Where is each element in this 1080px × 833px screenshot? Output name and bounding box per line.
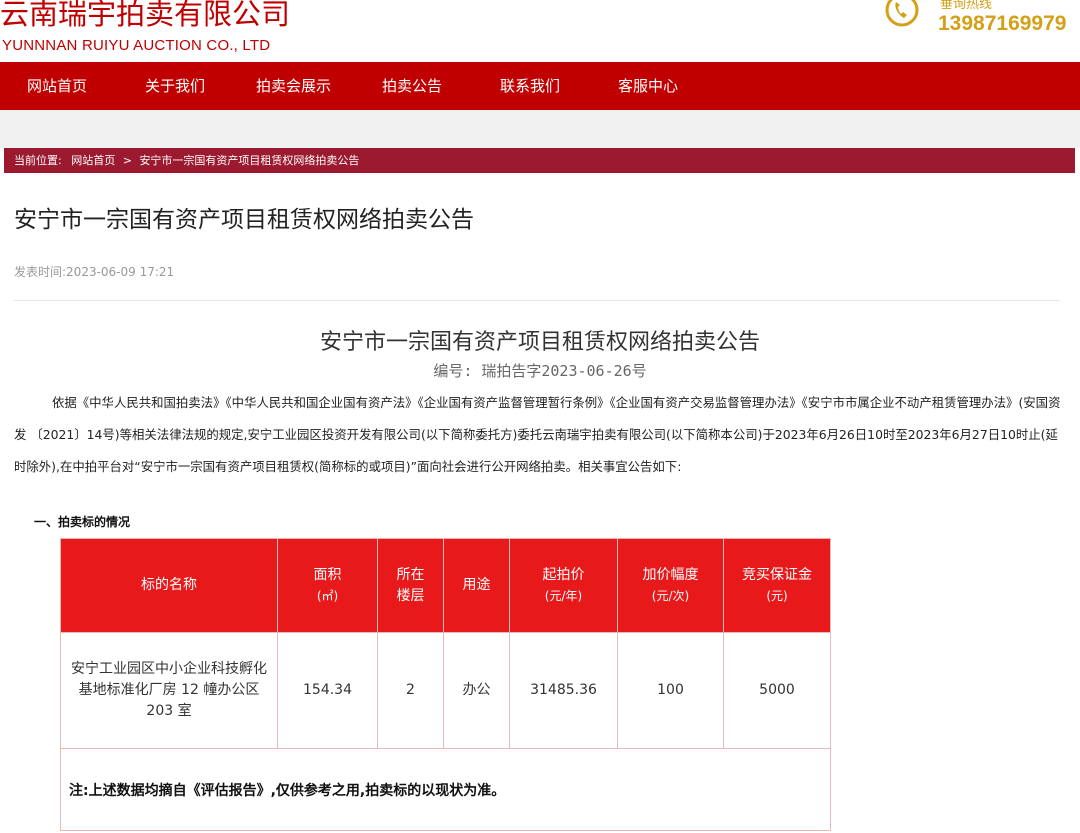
- hotline-number: 13987169979: [938, 12, 1067, 35]
- nav-item-contact[interactable]: 联系我们: [500, 62, 560, 110]
- table-header-row: 标的名称 面积 (㎡) 所在楼层 用途 起拍价 (元/年) 加价幅度 (元/次) 竞买…: [60, 538, 831, 633]
- nav-item-service[interactable]: 客服中心: [618, 62, 678, 110]
- article-number: 编号: 瑞拍告字2023-06-26号: [433, 362, 647, 380]
- breadcrumb-current: 安宁市一宗国有资产项目租赁权网络拍卖公告: [139, 154, 360, 167]
- publish-time: 发表时间:2023-06-09 17:21: [14, 263, 174, 280]
- table-header-increment: 加价幅度 (元/次): [617, 538, 724, 633]
- breadcrumb-prefix: 当前位置:: [14, 154, 62, 167]
- cell-area: 154.34: [277, 632, 378, 749]
- cell-usage: 办公: [443, 632, 510, 749]
- table-note: 注:上述数据均摘自《评估报告》,仅供参考之用,拍卖标的以现状为准。: [60, 748, 831, 831]
- nav-item-auction-show[interactable]: 拍卖会展示: [256, 62, 331, 110]
- table-header-usage: 用途: [443, 538, 510, 633]
- breadcrumb-separator: >: [122, 154, 132, 167]
- table-row: 安宁工业园区中小企业科技孵化基地标准化厂房 12 幢办公区 203 室 154.…: [60, 632, 831, 749]
- cell-deposit: 5000: [723, 632, 831, 749]
- cell-floor: 2: [377, 632, 444, 749]
- publish-label: 发表时间:: [14, 265, 67, 279]
- company-name-en: YUNNNAN RUIYU AUCTION CO., LTD: [2, 37, 271, 54]
- table-header-start-price: 起拍价 (元/年): [509, 538, 618, 633]
- cell-name: 安宁工业园区中小企业科技孵化基地标准化厂房 12 幢办公区 203 室: [60, 632, 278, 749]
- main-nav: 网站首页 关于我们 拍卖会展示 拍卖公告 联系我们 客服中心: [0, 62, 1080, 110]
- section-heading: 一、拍卖标的情况: [34, 515, 131, 529]
- auction-table: 标的名称 面积 (㎡) 所在楼层 用途 起拍价 (元/年) 加价幅度 (元/次) 竞买…: [60, 538, 831, 831]
- table-note-row: 注:上述数据均摘自《评估报告》,仅供参考之用,拍卖标的以现状为准。: [60, 748, 831, 831]
- breadcrumb: 当前位置: 网站首页 > 安宁市一宗国有资产项目租赁权网络拍卖公告: [4, 148, 1075, 173]
- publish-time-value: 2023-06-09 17:21: [66, 265, 175, 279]
- breadcrumb-home-link[interactable]: 网站首页: [71, 154, 115, 167]
- table-header-name: 标的名称: [60, 538, 278, 633]
- nav-item-about[interactable]: 关于我们: [145, 62, 205, 110]
- article-title: 安宁市一宗国有资产项目租赁权网络拍卖公告: [319, 330, 760, 355]
- phone-icon: [885, 0, 919, 27]
- cell-increment: 100: [617, 632, 724, 749]
- hotline-label: 垂询热线: [940, 0, 993, 12]
- table-header-area: 面积 (㎡): [277, 538, 378, 633]
- nav-item-home[interactable]: 网站首页: [27, 62, 87, 110]
- nav-item-announcements[interactable]: 拍卖公告: [382, 62, 442, 110]
- page-title: 安宁市一宗国有资产项目租赁权网络拍卖公告: [14, 207, 474, 233]
- table-header-deposit: 竞买保证金 (元): [723, 538, 831, 633]
- gray-band: [0, 110, 1080, 148]
- article-paragraph: 依据《中华人民共和国拍卖法》《中华人民共和国企业国有资产法》《企业国有资产监督管…: [14, 395, 1061, 474]
- site-header: 云南瑞宇拍卖有限公司 YUNNNAN RUIYU AUCTION CO., LT…: [0, 0, 1080, 62]
- cell-start-price: 31485.36: [509, 632, 618, 749]
- divider: [14, 300, 1060, 301]
- company-name-cn[interactable]: 云南瑞宇拍卖有限公司: [0, 0, 290, 34]
- table-header-floor: 所在楼层: [377, 538, 444, 633]
